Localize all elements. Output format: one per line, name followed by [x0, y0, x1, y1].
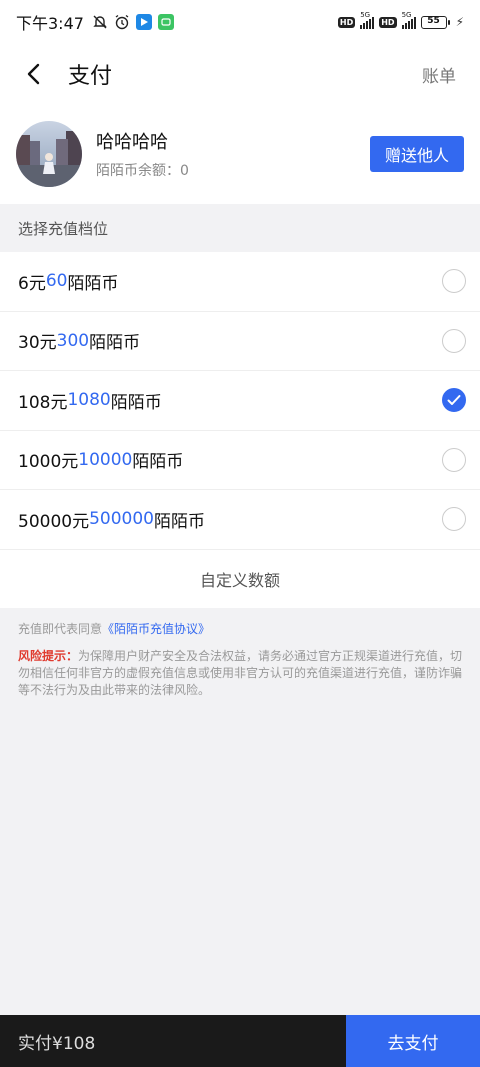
check-icon [447, 395, 461, 406]
chat-app-icon [157, 14, 174, 30]
avatar[interactable] [16, 121, 82, 187]
radio-unselected[interactable] [442, 447, 466, 472]
risk-text: 为保障用户财产安全及合法权益，请务必通过官方正规渠道进行充值，切勿相信任何非官方… [18, 649, 463, 697]
tier-option[interactable]: 6元 60 陌陌币 [0, 252, 480, 312]
radio-selected[interactable] [442, 388, 466, 413]
username: 哈哈哈哈 [96, 132, 168, 153]
tier-option[interactable]: 50000元 500000 陌陌币 [0, 490, 480, 550]
back-button[interactable] [10, 50, 58, 98]
chevron-left-icon [27, 63, 40, 85]
bell-off-icon [93, 15, 107, 29]
tier-list: 6元 60 陌陌币 30元 300 陌陌币 108元 1080 陌陌币 1000元 10000… [0, 252, 480, 608]
alarm-icon [115, 14, 129, 30]
agreement-text: 充值即代表同意《陌陌币充值协议》 [18, 622, 211, 636]
pay-button[interactable]: 去支付 [346, 1015, 480, 1067]
risk-title: 风险提示： [18, 649, 79, 663]
tier-option[interactable]: 30元 300 陌陌币 [0, 312, 480, 371]
custom-amount-button[interactable]: 自定义数额 [0, 550, 480, 608]
signal-icon: 5G [360, 11, 375, 29]
status-bar: 下午3:47 HD 5G HD 5G 55 ⚡ [0, 0, 480, 44]
battery-icon: 55 [420, 15, 450, 29]
app-notification-icon [135, 14, 152, 30]
bill-link[interactable]: 账单 [422, 62, 456, 87]
status-time: 下午3:47 [16, 14, 84, 33]
total-amount: 实付¥108 [0, 1015, 346, 1067]
coin-balance: 陌陌币余额：0 [96, 163, 189, 179]
page-title: 支付 [68, 64, 113, 89]
section-title: 选择充值档位 [18, 219, 109, 238]
bottom-bar: 实付¥108 去支付 [0, 1015, 480, 1067]
tier-option[interactable]: 108元 1080 陌陌币 [0, 371, 480, 431]
nav-bar: 支付 账单 [0, 44, 480, 104]
signal-icon-2: 5G [401, 11, 416, 29]
profile-card: 哈哈哈哈 陌陌币余额：0 赠送他人 [0, 104, 480, 204]
coin-balance-value: 0 [180, 163, 189, 179]
risk-notice: 风险提示：为保障用户财产安全及合法权益，请务必通过官方正规渠道进行充值，切勿相信… [18, 648, 464, 699]
hd-badge-2: HD [379, 16, 397, 28]
tier-option[interactable]: 1000元 10000 陌陌币 [0, 431, 480, 490]
hd-badge: HD [337, 16, 356, 28]
radio-unselected[interactable] [442, 507, 466, 532]
gift-others-button[interactable]: 赠送他人 [370, 136, 464, 172]
agreement-link[interactable]: 《陌陌币充值协议》 [102, 622, 210, 636]
radio-unselected[interactable] [442, 328, 466, 353]
radio-unselected[interactable] [442, 269, 466, 294]
charging-icon: ⚡ [455, 15, 464, 29]
